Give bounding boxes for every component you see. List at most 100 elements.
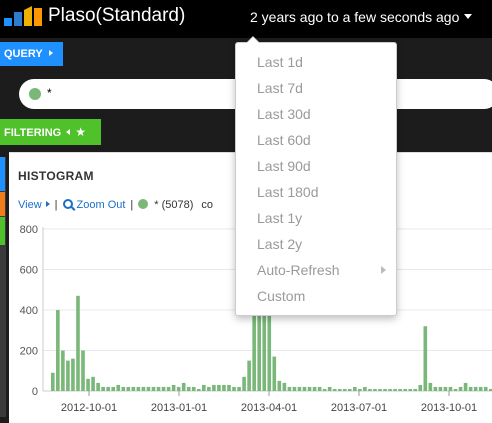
menu-item-last-180d[interactable]: Last 180d	[257, 183, 319, 201]
menu-item-last-1y[interactable]: Last 1y	[257, 209, 302, 227]
histogram-bar	[408, 388, 413, 391]
histogram-bar	[101, 386, 105, 391]
histogram-bar	[483, 386, 488, 391]
histogram-bar	[282, 382, 287, 391]
histogram-bar	[307, 386, 312, 391]
histogram-bar	[247, 360, 251, 392]
histogram-bar	[317, 386, 322, 391]
histogram-bar	[116, 384, 121, 391]
histogram-bar	[342, 388, 347, 391]
collapse-arrow-icon	[66, 129, 71, 135]
menu-item-last-7d[interactable]: Last 7d	[257, 79, 303, 97]
histogram-bar	[438, 386, 443, 391]
y-tick-label: 800	[20, 224, 38, 236]
histogram-bar	[242, 376, 246, 391]
histogram-bar	[448, 386, 453, 391]
histogram-bar	[403, 388, 407, 391]
histogram-bar	[363, 386, 367, 391]
star-icon[interactable]: ★	[75, 125, 86, 139]
histogram-bar	[217, 384, 221, 391]
query-color-dot[interactable]	[29, 88, 41, 100]
histogram-bar	[121, 386, 126, 391]
histogram-bar	[322, 388, 327, 391]
menu-item-last-90d[interactable]: Last 90d	[257, 157, 311, 175]
histogram-bar	[126, 386, 131, 391]
histogram-bar	[433, 386, 438, 391]
filtering-panel-tab[interactable]: FILTERING ★	[0, 119, 101, 145]
histogram-bar	[252, 310, 256, 391]
query-input-value: *	[47, 86, 52, 100]
histogram-bar	[106, 386, 110, 391]
histogram-bar	[443, 386, 448, 391]
histogram-bar	[61, 350, 65, 391]
histogram-bar	[287, 386, 292, 391]
menu-item-last-60d[interactable]: Last 60d	[257, 131, 311, 149]
histogram-bar	[207, 386, 211, 391]
histogram-bar	[418, 384, 423, 391]
y-tick-label: 600	[20, 265, 38, 277]
histogram-bar	[151, 386, 156, 391]
histogram-bar	[202, 384, 206, 391]
histogram-bar	[358, 388, 362, 391]
histogram-bar	[453, 388, 458, 391]
x-tick-label: 2012-10-01	[61, 402, 117, 414]
histogram-bar	[222, 384, 226, 391]
top-navbar: Plaso(Standard) 2 years ago to a few sec…	[0, 0, 492, 38]
x-tick-label: 2013-10-01	[421, 402, 477, 414]
histogram-bar	[398, 388, 402, 391]
histogram-bar	[292, 386, 297, 391]
histogram-bar	[51, 372, 55, 391]
app-title[interactable]: Plaso(Standard)	[48, 4, 185, 28]
histogram-bar	[297, 386, 302, 391]
histogram-bar	[166, 386, 171, 391]
histogram-bar	[227, 384, 231, 391]
histogram-bar	[312, 386, 317, 391]
menu-item-last-2y[interactable]: Last 2y	[257, 235, 302, 253]
y-tick-label: 0	[32, 386, 38, 398]
histogram-bar	[232, 386, 236, 391]
plaso-logo-icon	[4, 6, 42, 26]
histogram-bar	[141, 386, 146, 391]
histogram-bar	[428, 382, 433, 391]
histogram-bar	[171, 384, 176, 391]
histogram-bar	[66, 360, 70, 392]
histogram-bar	[86, 378, 90, 391]
menu-item-last-30d[interactable]: Last 30d	[257, 105, 311, 123]
x-tick-label: 2013-01-01	[151, 402, 207, 414]
histogram-bar	[393, 388, 397, 391]
histogram-bar	[161, 386, 166, 391]
menu-item-last-1d[interactable]: Last 1d	[257, 53, 303, 71]
query-tab-label: QUERY	[4, 48, 43, 60]
histogram-bar	[96, 382, 100, 391]
timepicker-toggle[interactable]: 2 years ago to a few seconds ago	[250, 8, 473, 26]
histogram-bar	[176, 386, 181, 391]
histogram-bar	[337, 388, 342, 391]
histogram-bar	[181, 382, 186, 391]
histogram-bar	[332, 388, 337, 391]
caret-down-icon	[464, 14, 473, 19]
menu-item-custom[interactable]: Custom	[257, 287, 305, 305]
histogram-bar	[383, 388, 387, 391]
histogram-bar	[56, 310, 60, 391]
histogram-bar	[368, 388, 372, 391]
histogram-bar	[237, 386, 241, 391]
histogram-bar	[212, 384, 216, 391]
histogram-bar	[196, 388, 201, 391]
histogram-bar	[468, 386, 473, 391]
row-color-marker	[0, 192, 5, 216]
histogram-bar	[131, 386, 136, 391]
histogram-bar	[473, 386, 478, 391]
histogram-bar	[91, 376, 95, 391]
histogram-bar	[272, 356, 277, 391]
histogram-bar	[191, 386, 196, 391]
histogram-bar	[373, 388, 377, 391]
query-panel-tab[interactable]: QUERY	[0, 42, 63, 66]
histogram-bar	[186, 386, 191, 391]
histogram-bar	[302, 386, 307, 391]
histogram-bar	[76, 295, 80, 391]
histogram-bar	[423, 326, 428, 391]
menu-item-auto-refresh[interactable]: Auto-Refresh	[257, 261, 339, 279]
row-color-marker	[0, 157, 5, 191]
histogram-bar	[458, 386, 463, 391]
histogram-bar	[327, 386, 332, 391]
